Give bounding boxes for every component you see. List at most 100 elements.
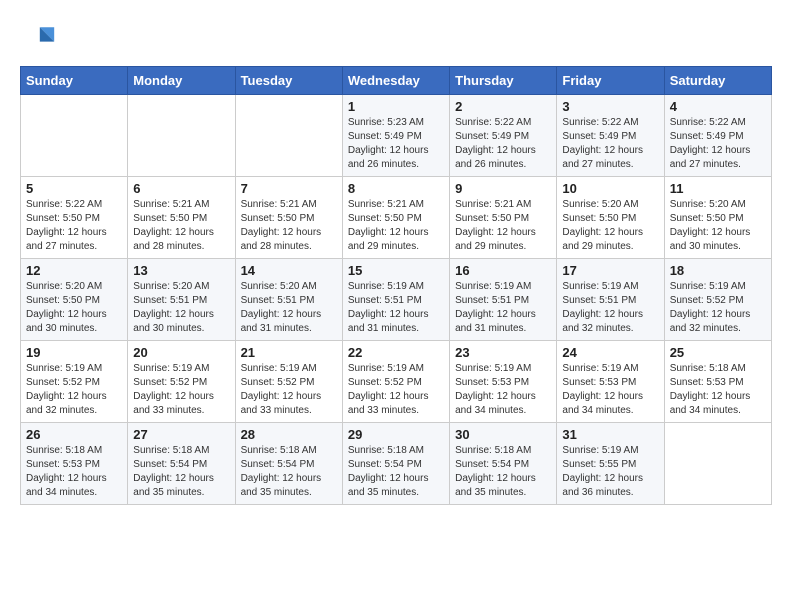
day-info: Sunrise: 5:21 AM Sunset: 5:50 PM Dayligh… [133, 198, 229, 254]
day-info: Sunrise: 5:19 AM Sunset: 5:51 PM Dayligh… [348, 280, 444, 336]
calendar-week-2: 5 Sunrise: 5:22 AM Sunset: 5:50 PM Daylig… [21, 177, 772, 259]
day-info: Sunrise: 5:20 AM Sunset: 5:51 PM Dayligh… [133, 280, 229, 336]
day-number: 28 [241, 427, 337, 442]
calendar-cell: 28 Sunrise: 5:18 AM Sunset: 5:54 PM Dayli… [235, 423, 342, 505]
day-number: 9 [455, 181, 551, 196]
day-number: 16 [455, 263, 551, 278]
calendar-cell: 11 Sunrise: 5:20 AM Sunset: 5:50 PM Dayli… [664, 177, 771, 259]
day-number: 15 [348, 263, 444, 278]
day-info: Sunrise: 5:19 AM Sunset: 5:52 PM Dayligh… [670, 280, 766, 336]
day-info: Sunrise: 5:20 AM Sunset: 5:50 PM Dayligh… [670, 198, 766, 254]
day-number: 19 [26, 345, 122, 360]
calendar-week-3: 12Sunrise: 5:20 AM Sunset: 5:50 PM Dayli… [21, 259, 772, 341]
calendar-cell: 19 Sunrise: 5:19 AM Sunset: 5:52 PM Dayli… [21, 341, 128, 423]
day-number: 2 [455, 99, 551, 114]
day-number: 5 [26, 181, 122, 196]
calendar-cell: 7 Sunrise: 5:21 AM Sunset: 5:50 PM Daylig… [235, 177, 342, 259]
logo [20, 20, 62, 56]
day-info: Sunrise: 5:18 AM Sunset: 5:54 PM Dayligh… [133, 444, 229, 500]
calendar-cell: 9 Sunrise: 5:21 AM Sunset: 5:50 PM Daylig… [450, 177, 557, 259]
day-info: Sunrise: 5:21 AM Sunset: 5:50 PM Dayligh… [241, 198, 337, 254]
page-header [20, 20, 772, 56]
day-number: 1 [348, 99, 444, 114]
day-number: 3 [562, 99, 658, 114]
calendar-cell: 31 Sunrise: 5:19 AM Sunset: 5:55 PM Dayli… [557, 423, 664, 505]
calendar-cell [21, 95, 128, 177]
day-info: Sunrise: 5:22 AM Sunset: 5:49 PM Dayligh… [670, 116, 766, 172]
calendar-week-5: 26Sunrise: 5:18 AM Sunset: 5:53 PM Dayli… [21, 423, 772, 505]
day-number: 30 [455, 427, 551, 442]
day-info: Sunrise: 5:19 AM Sunset: 5:53 PM Dayligh… [562, 362, 658, 418]
day-number: 6 [133, 181, 229, 196]
day-number: 29 [348, 427, 444, 442]
day-info: Sunrise: 5:18 AM Sunset: 5:54 PM Dayligh… [241, 444, 337, 500]
day-info: Sunrise: 5:19 AM Sunset: 5:51 PM Dayligh… [562, 280, 658, 336]
calendar-cell: 13 Sunrise: 5:20 AM Sunset: 5:51 PM Dayli… [128, 259, 235, 341]
day-info: Sunrise: 5:19 AM Sunset: 5:52 PM Dayligh… [133, 362, 229, 418]
day-number: 11 [670, 181, 766, 196]
day-info: Sunrise: 5:18 AM Sunset: 5:54 PM Dayligh… [455, 444, 551, 500]
day-info: Sunrise: 5:19 AM Sunset: 5:52 PM Dayligh… [26, 362, 122, 418]
calendar-cell: 3 Sunrise: 5:22 AM Sunset: 5:49 PM Daylig… [557, 95, 664, 177]
day-info: Sunrise: 5:20 AM Sunset: 5:50 PM Dayligh… [26, 280, 122, 336]
day-number: 31 [562, 427, 658, 442]
day-info: Sunrise: 5:22 AM Sunset: 5:49 PM Dayligh… [562, 116, 658, 172]
day-number: 24 [562, 345, 658, 360]
calendar-table: SundayMondayTuesdayWednesdayThursdayFrid… [20, 66, 772, 505]
day-number: 21 [241, 345, 337, 360]
calendar-cell: 21 Sunrise: 5:19 AM Sunset: 5:52 PM Dayli… [235, 341, 342, 423]
calendar-cell: 6 Sunrise: 5:21 AM Sunset: 5:50 PM Daylig… [128, 177, 235, 259]
logo-icon [20, 20, 56, 56]
calendar-header-thursday: Thursday [450, 67, 557, 95]
day-info: Sunrise: 5:21 AM Sunset: 5:50 PM Dayligh… [348, 198, 444, 254]
day-number: 7 [241, 181, 337, 196]
day-number: 4 [670, 99, 766, 114]
day-info: Sunrise: 5:18 AM Sunset: 5:54 PM Dayligh… [348, 444, 444, 500]
day-number: 10 [562, 181, 658, 196]
day-number: 22 [348, 345, 444, 360]
day-number: 27 [133, 427, 229, 442]
calendar-cell: 14 Sunrise: 5:20 AM Sunset: 5:51 PM Dayli… [235, 259, 342, 341]
calendar-cell: 30 Sunrise: 5:18 AM Sunset: 5:54 PM Dayli… [450, 423, 557, 505]
day-info: Sunrise: 5:19 AM Sunset: 5:51 PM Dayligh… [455, 280, 551, 336]
calendar-week-4: 19 Sunrise: 5:19 AM Sunset: 5:52 PM Dayli… [21, 341, 772, 423]
day-info: Sunrise: 5:21 AM Sunset: 5:50 PM Dayligh… [455, 198, 551, 254]
calendar-cell: 5 Sunrise: 5:22 AM Sunset: 5:50 PM Daylig… [21, 177, 128, 259]
calendar-cell: 18 Sunrise: 5:19 AM Sunset: 5:52 PM Dayli… [664, 259, 771, 341]
day-info: Sunrise: 5:19 AM Sunset: 5:52 PM Dayligh… [241, 362, 337, 418]
calendar-cell: 23 Sunrise: 5:19 AM Sunset: 5:53 PM Dayli… [450, 341, 557, 423]
day-number: 23 [455, 345, 551, 360]
day-info: Sunrise: 5:22 AM Sunset: 5:49 PM Dayligh… [455, 116, 551, 172]
calendar-cell: 8Sunrise: 5:21 AM Sunset: 5:50 PM Daylig… [342, 177, 449, 259]
day-number: 14 [241, 263, 337, 278]
day-info: Sunrise: 5:18 AM Sunset: 5:53 PM Dayligh… [26, 444, 122, 500]
day-number: 18 [670, 263, 766, 278]
calendar-cell: 2 Sunrise: 5:22 AM Sunset: 5:49 PM Daylig… [450, 95, 557, 177]
day-info: Sunrise: 5:19 AM Sunset: 5:55 PM Dayligh… [562, 444, 658, 500]
day-info: Sunrise: 5:19 AM Sunset: 5:52 PM Dayligh… [348, 362, 444, 418]
day-info: Sunrise: 5:20 AM Sunset: 5:51 PM Dayligh… [241, 280, 337, 336]
calendar-cell: 25Sunrise: 5:18 AM Sunset: 5:53 PM Dayli… [664, 341, 771, 423]
calendar-header-wednesday: Wednesday [342, 67, 449, 95]
calendar-cell: 4 Sunrise: 5:22 AM Sunset: 5:49 PM Daylig… [664, 95, 771, 177]
calendar-cell: 27 Sunrise: 5:18 AM Sunset: 5:54 PM Dayli… [128, 423, 235, 505]
day-info: Sunrise: 5:23 AM Sunset: 5:49 PM Dayligh… [348, 116, 444, 172]
day-number: 13 [133, 263, 229, 278]
calendar-body: 1 Sunrise: 5:23 AM Sunset: 5:49 PM Daylig… [21, 95, 772, 505]
calendar-cell: 17 Sunrise: 5:19 AM Sunset: 5:51 PM Dayli… [557, 259, 664, 341]
calendar-week-1: 1 Sunrise: 5:23 AM Sunset: 5:49 PM Daylig… [21, 95, 772, 177]
calendar-cell: 29 Sunrise: 5:18 AM Sunset: 5:54 PM Dayli… [342, 423, 449, 505]
calendar-cell: 16 Sunrise: 5:19 AM Sunset: 5:51 PM Dayli… [450, 259, 557, 341]
calendar-cell [235, 95, 342, 177]
day-info: Sunrise: 5:20 AM Sunset: 5:50 PM Dayligh… [562, 198, 658, 254]
calendar-cell: 1 Sunrise: 5:23 AM Sunset: 5:49 PM Daylig… [342, 95, 449, 177]
calendar-cell: 20Sunrise: 5:19 AM Sunset: 5:52 PM Dayli… [128, 341, 235, 423]
calendar-cell: 24 Sunrise: 5:19 AM Sunset: 5:53 PM Dayli… [557, 341, 664, 423]
day-info: Sunrise: 5:18 AM Sunset: 5:53 PM Dayligh… [670, 362, 766, 418]
calendar-cell: 15 Sunrise: 5:19 AM Sunset: 5:51 PM Dayli… [342, 259, 449, 341]
calendar-cell [664, 423, 771, 505]
day-number: 17 [562, 263, 658, 278]
day-info: Sunrise: 5:22 AM Sunset: 5:50 PM Dayligh… [26, 198, 122, 254]
day-info: Sunrise: 5:19 AM Sunset: 5:53 PM Dayligh… [455, 362, 551, 418]
calendar-cell: 12Sunrise: 5:20 AM Sunset: 5:50 PM Dayli… [21, 259, 128, 341]
